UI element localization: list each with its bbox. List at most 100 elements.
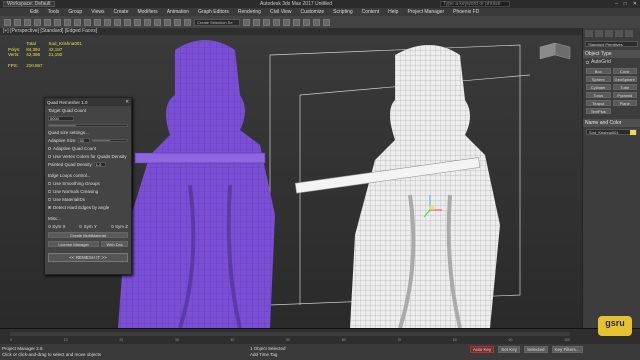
box-button[interactable]: Box xyxy=(586,68,611,74)
target-quad-count-field[interactable]: 5000 xyxy=(48,116,74,121)
primitive-type-dropdown[interactable]: Standard Primitives xyxy=(585,41,638,47)
adaptive-quad-count-checkbox[interactable] xyxy=(48,147,51,150)
render-setup-icon[interactable] xyxy=(303,18,310,26)
workspace-selector[interactable]: Workspace: Default xyxy=(3,1,55,7)
object-color-swatch[interactable] xyxy=(630,129,636,135)
menu-animation[interactable]: Animation xyxy=(167,9,189,15)
menu-scripting[interactable]: Scripting xyxy=(333,9,352,15)
set-key-button[interactable]: Set Key xyxy=(498,346,521,353)
tube-button[interactable]: Tube xyxy=(612,84,637,90)
selection-set-dropdown[interactable]: Create Selection Se xyxy=(194,18,240,26)
select-rotate-icon[interactable] xyxy=(114,18,121,26)
menu-customize[interactable]: Customize xyxy=(301,9,325,15)
render-production-icon[interactable] xyxy=(323,18,330,26)
painted-density-field[interactable]: 1.0 xyxy=(93,162,106,167)
auto-key-button[interactable]: Auto Key xyxy=(470,346,495,353)
name-and-color-rollout[interactable]: Name and Color xyxy=(583,119,640,127)
autogrid-checkbox[interactable] xyxy=(586,60,589,64)
menu-views[interactable]: Views xyxy=(91,9,104,15)
menu-content[interactable]: Content xyxy=(362,9,380,15)
snaps-toggle-icon[interactable] xyxy=(154,18,161,26)
geosphere-button[interactable]: GeoSphere xyxy=(612,76,637,82)
select-object-icon[interactable] xyxy=(64,18,71,26)
use-vertex-colors-checkbox[interactable] xyxy=(48,155,51,158)
motion-tab-icon[interactable] xyxy=(615,30,623,37)
key-filters-button[interactable]: Key Filters... xyxy=(551,346,583,353)
mirror-icon[interactable] xyxy=(243,18,250,26)
key-mode-dropdown[interactable]: Selected xyxy=(524,346,548,353)
purple-wireframe-statue[interactable] xyxy=(118,40,275,328)
menu-phoenix-fd[interactable]: Phoenix FD xyxy=(453,9,479,15)
hierarchy-tab-icon[interactable] xyxy=(605,30,613,37)
menu-modifiers[interactable]: Modifiers xyxy=(137,9,157,15)
angle-snap-icon[interactable] xyxy=(164,18,171,26)
reference-coordinate-icon[interactable] xyxy=(134,18,141,26)
viewcube-icon[interactable] xyxy=(539,42,571,60)
menu-tools[interactable]: Tools xyxy=(48,9,60,15)
layer-explorer-icon[interactable] xyxy=(263,18,270,26)
detect-hard-edges-checkbox[interactable] xyxy=(48,206,51,209)
menu-help[interactable]: Help xyxy=(388,9,398,15)
object-type-rollout[interactable]: Object Type xyxy=(583,50,640,58)
use-smoothing-checkbox[interactable] xyxy=(48,182,51,185)
menu-create[interactable]: Create xyxy=(113,9,128,15)
window-crossing-icon[interactable] xyxy=(94,18,101,26)
cone-button[interactable]: Cone xyxy=(612,68,637,74)
select-move-icon[interactable] xyxy=(104,18,111,26)
license-manager-button[interactable]: License Manager xyxy=(48,241,100,247)
menu-rendering[interactable]: Rendering xyxy=(238,9,261,15)
sym-x-checkbox[interactable] xyxy=(48,225,51,228)
undo-icon[interactable] xyxy=(4,18,11,26)
selection-filter-icon[interactable] xyxy=(54,18,61,26)
rectangular-selection-icon[interactable] xyxy=(84,18,91,26)
pyramid-button[interactable]: Pyramid xyxy=(612,92,637,98)
plane-button[interactable]: Plane xyxy=(612,100,637,106)
display-tab-icon[interactable] xyxy=(625,30,633,37)
rendered-frame-icon[interactable] xyxy=(313,18,320,26)
dialog-titlebar[interactable]: Quad Remesher 1.0 ✕ xyxy=(45,98,131,106)
spinner-snap-icon[interactable] xyxy=(184,18,191,26)
cylinder-button[interactable]: Cylinder xyxy=(586,84,611,90)
menu-project-manager[interactable]: Project Manager xyxy=(407,9,444,15)
white-wireframe-statue[interactable] xyxy=(294,45,500,328)
pivot-center-icon[interactable] xyxy=(144,18,151,26)
menu-edit[interactable]: Edit xyxy=(30,9,39,15)
minimize-icon[interactable]: – xyxy=(615,1,618,7)
viewport-label[interactable]: [+] [Perspective] [Standard] [Edged Face… xyxy=(0,28,582,35)
create-multimaterial-button[interactable]: Create MultiMaterial xyxy=(48,232,128,238)
maximize-icon[interactable]: □ xyxy=(624,1,627,7)
redo-icon[interactable] xyxy=(14,18,21,26)
bind-space-warp-icon[interactable] xyxy=(44,18,51,26)
close-icon[interactable]: ✕ xyxy=(633,1,637,7)
percent-snap-icon[interactable] xyxy=(174,18,181,26)
textplus-button[interactable]: TextPlus xyxy=(586,108,611,114)
time-slider[interactable]: 0 10 20 30 40 50 60 70 80 90 100 xyxy=(0,328,640,344)
create-tab-icon[interactable] xyxy=(585,30,593,37)
torus-button[interactable]: Torus xyxy=(586,92,611,98)
add-time-tag-button[interactable]: Add Time Tag xyxy=(250,352,286,358)
menu-group[interactable]: Group xyxy=(68,9,82,15)
use-material-checkbox[interactable] xyxy=(48,198,51,201)
web-doc-button[interactable]: Web Doc xyxy=(101,241,128,247)
adaptive-size-field[interactable]: 50 xyxy=(77,138,90,143)
quad-remesher-dialog[interactable]: Quad Remesher 1.0 ✕ Target Quad Count 50… xyxy=(44,97,132,275)
keyword-search-input[interactable]: Type a keyword or phrase xyxy=(440,1,510,7)
link-icon[interactable] xyxy=(24,18,31,26)
schematic-view-icon[interactable] xyxy=(283,18,290,26)
sphere-button[interactable]: Sphere xyxy=(586,76,611,82)
use-normals-checkbox[interactable] xyxy=(48,190,51,193)
adaptive-size-slider[interactable] xyxy=(91,139,128,142)
material-editor-icon[interactable] xyxy=(293,18,300,26)
menu-graph-editors[interactable]: Graph Editors xyxy=(198,9,229,15)
sym-z-checkbox[interactable] xyxy=(110,225,114,228)
object-name-field[interactable]: Sod_Krishna001 xyxy=(586,129,637,135)
dialog-close-icon[interactable]: ✕ xyxy=(125,99,129,105)
time-slider-track[interactable] xyxy=(10,332,570,336)
sym-y-checkbox[interactable] xyxy=(79,225,83,228)
target-quad-count-slider[interactable] xyxy=(48,124,128,127)
select-scale-icon[interactable] xyxy=(124,18,131,26)
align-icon[interactable] xyxy=(253,18,260,26)
select-by-name-icon[interactable] xyxy=(74,18,81,26)
unlink-icon[interactable] xyxy=(34,18,41,26)
modify-tab-icon[interactable] xyxy=(595,30,603,37)
